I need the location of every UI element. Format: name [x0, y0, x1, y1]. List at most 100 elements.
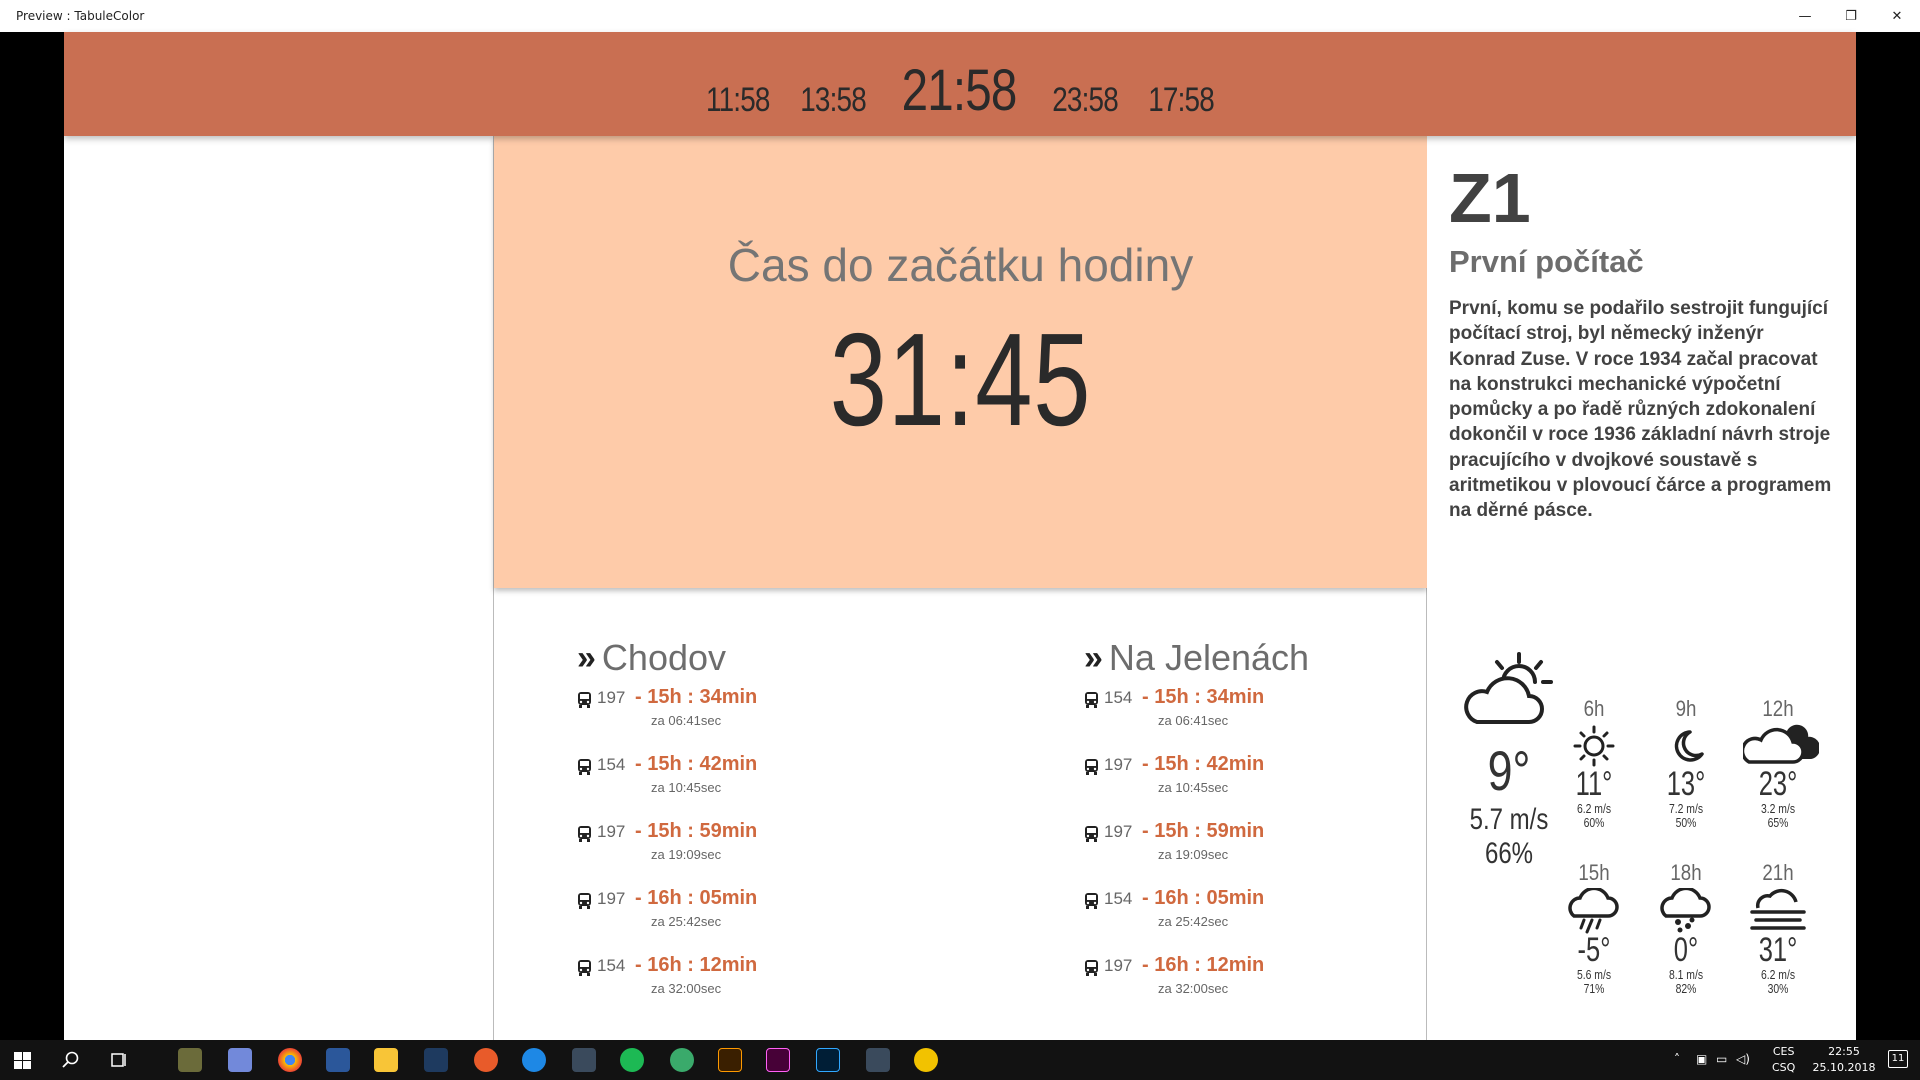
app-icon-16[interactable] — [914, 1048, 938, 1072]
departure-time: - 15h : 59min — [635, 820, 758, 842]
direction-title: » Na Jelenách — [1084, 636, 1344, 680]
illustrator-icon[interactable] — [718, 1048, 742, 1072]
rain-icon — [1568, 888, 1619, 934]
close-button[interactable]: ✕ — [1874, 0, 1920, 32]
search-icon[interactable] — [62, 1051, 80, 1069]
departure-row: 154 - 16h : 05min za 25:42sec — [1084, 887, 1344, 948]
bus-line: 154 — [597, 956, 626, 975]
bus-icon — [1085, 692, 1098, 708]
windows-start-icon[interactable] — [14, 1052, 31, 1069]
current-temp: 9° — [1487, 739, 1531, 802]
center-panel: Čas do začátku hodiny 31:45 » Chodov 197… — [493, 136, 1427, 1040]
departure-row: 154 - 16h : 12min za 32:00sec — [577, 954, 837, 1015]
display-icon[interactable]: ▭ — [1716, 1052, 1727, 1066]
minimize-button[interactable]: — — [1782, 0, 1828, 32]
app-icon-11[interactable] — [670, 1048, 694, 1072]
bus-icon — [578, 692, 591, 708]
notification-center-icon[interactable]: 11 — [1888, 1050, 1908, 1068]
fact-title: První počítač — [1449, 244, 1644, 279]
right-panel: Z1 První počítač První, komu se podařilo… — [1427, 136, 1856, 1040]
world-clocks-bar: 11:58 13:58 21:58 23:58 17:58 — [64, 32, 1856, 136]
departure-in: za 32:00sec — [651, 981, 722, 996]
departure-time: - 15h : 34min — [635, 686, 758, 708]
departure-row: 197 - 15h : 34min za 06:41sec — [577, 686, 837, 747]
forecast-temp: 31° — [1758, 931, 1798, 969]
fog-icon — [1750, 888, 1806, 930]
word-icon[interactable] — [326, 1048, 350, 1072]
forecast-wind: 8.1 m/s — [1668, 967, 1704, 982]
forecast-hour: 12h — [1762, 696, 1794, 721]
departure-in: za 06:41sec — [1158, 713, 1229, 728]
forecast-hour: 9h — [1675, 696, 1697, 721]
direction-na-jelenach: » Na Jelenách 154 - 15h : 34min za 06:41… — [1084, 636, 1344, 1015]
task-view-icon[interactable] — [110, 1051, 128, 1069]
discord-icon[interactable] — [228, 1048, 252, 1072]
fact-code: Z1 — [1449, 159, 1531, 237]
departure-in: za 32:00sec — [1158, 981, 1229, 996]
clock-1: 11:58 — [705, 81, 770, 119]
departure-in: za 19:09sec — [1158, 847, 1229, 862]
bus-icon — [578, 893, 591, 909]
visual-studio-icon[interactable] — [424, 1048, 448, 1072]
photoshop-icon[interactable] — [816, 1048, 840, 1072]
forecast-humidity: 82% — [1675, 981, 1697, 996]
network-icon[interactable]: ▣ — [1696, 1052, 1707, 1066]
language-indicator[interactable]: CES CSQ — [1772, 1044, 1795, 1076]
departure-time: - 15h : 59min — [1142, 820, 1265, 842]
forecast-12h: 12h 23° 3.2 m/s 65% — [1743, 696, 1819, 830]
left-panel — [64, 136, 493, 1040]
forecast-wind: 5.6 m/s — [1576, 967, 1612, 982]
bus-line: 197 — [1104, 755, 1133, 774]
departure-row: 154 - 15h : 34min za 06:41sec — [1084, 686, 1344, 747]
bus-icon — [1085, 759, 1098, 775]
countdown-value: 31:45 — [829, 306, 1092, 453]
bus-line: 154 — [1104, 889, 1133, 908]
notification-count: 11 — [1891, 1053, 1905, 1064]
steam-icon-2[interactable] — [866, 1048, 890, 1072]
departure-time: - 16h : 12min — [1142, 954, 1265, 976]
forecast-humidity: 50% — [1675, 815, 1697, 830]
departure-in: za 19:09sec — [651, 847, 722, 862]
maximize-button[interactable]: ❐ — [1828, 0, 1874, 32]
volume-icon[interactable]: ◁) — [1736, 1052, 1750, 1066]
clock-main: 21:58 — [901, 58, 1017, 123]
direction-name: Na Jelenách — [1108, 637, 1310, 678]
departure-in: za 06:41sec — [651, 713, 722, 728]
departure-row: 197 - 15h : 42min za 10:45sec — [1084, 753, 1344, 814]
current-wind: 5.7 m/s — [1469, 803, 1549, 836]
steam-icon[interactable] — [572, 1048, 596, 1072]
app-icon-1[interactable] — [178, 1048, 202, 1072]
departure-time: - 15h : 42min — [1142, 753, 1265, 775]
bus-line: 154 — [597, 755, 626, 774]
forecast-humidity: 30% — [1767, 981, 1789, 996]
chrome-icon[interactable] — [278, 1048, 302, 1072]
current-weather: 9° 5.7 m/s 66% — [1449, 650, 1569, 871]
bus-icon — [1085, 893, 1098, 909]
forecast-temp: 11° — [1575, 765, 1613, 803]
adobe-xd-icon[interactable] — [766, 1048, 790, 1072]
departure-in: za 10:45sec — [1158, 780, 1229, 795]
direction-name: Chodov — [601, 637, 727, 678]
clock[interactable]: 22:55 25.10.2018 — [1804, 1044, 1884, 1076]
forecast-wind: 3.2 m/s — [1760, 801, 1796, 816]
taskbar: ˄ ▣ ▭ ◁) CES CSQ 22:55 25.10.2018 11 — [0, 1040, 1920, 1080]
app-icon-8[interactable] — [522, 1048, 546, 1072]
departure-row: 197 - 15h : 59min za 19:09sec — [1084, 820, 1344, 881]
window-titlebar: Preview : TabuleColor — ❐ ✕ — [0, 0, 1920, 32]
departure-in: za 25:42sec — [651, 914, 722, 929]
bus-line: 197 — [1104, 822, 1133, 841]
app-icon-7[interactable] — [474, 1048, 498, 1072]
clock-date: 25.10.2018 — [1812, 1061, 1876, 1074]
direction-chodov: » Chodov 197 - 15h : 34min za 06:41sec 1… — [577, 636, 837, 1015]
bus-icon — [578, 759, 591, 775]
sun-icon — [1573, 725, 1615, 767]
forecast-wind: 6.2 m/s — [1576, 801, 1612, 816]
tray-arrow-icon[interactable]: ˄ — [1674, 1052, 1680, 1066]
spotify-icon[interactable] — [620, 1048, 644, 1072]
bus-icon — [1085, 960, 1098, 976]
window-title: Preview : TabuleColor — [16, 9, 145, 23]
bus-icon — [578, 960, 591, 976]
file-explorer-icon[interactable] — [374, 1048, 398, 1072]
clock-time: 22:55 — [1828, 1045, 1860, 1058]
forecast-hour: 21h — [1762, 860, 1794, 885]
